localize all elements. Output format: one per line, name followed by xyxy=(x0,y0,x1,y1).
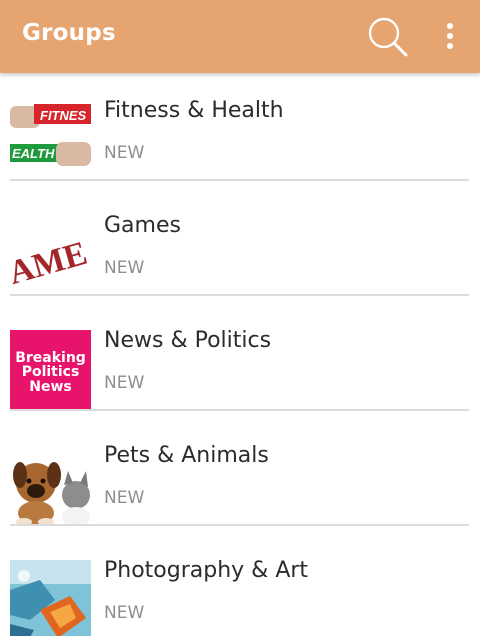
group-title: News & Politics xyxy=(104,328,272,353)
new-badge: NEW xyxy=(104,488,145,508)
divider xyxy=(10,179,469,181)
group-title: Fitness & Health xyxy=(104,98,284,123)
group-thumbnail xyxy=(10,560,91,636)
group-thumbnail: AME xyxy=(10,215,91,296)
new-badge: NEW xyxy=(104,143,145,163)
group-thumbnail: Breaking Politics News xyxy=(10,330,91,411)
svg-text:News: News xyxy=(29,379,71,395)
new-badge: NEW xyxy=(104,258,145,278)
list-item-games[interactable]: AME Games NEW xyxy=(0,188,480,303)
new-badge: NEW xyxy=(104,373,145,393)
group-thumbnail xyxy=(10,445,91,526)
svg-text:Politics: Politics xyxy=(22,364,80,380)
divider xyxy=(10,294,469,296)
group-title: Games xyxy=(104,213,181,238)
groups-list: FITNES EALTH Fitness & Health NEW AME Ga… xyxy=(0,73,480,636)
search-button[interactable] xyxy=(364,14,412,60)
page-title: Groups xyxy=(22,20,116,46)
list-item-photography-art[interactable]: Photography & Art NEW xyxy=(0,533,480,636)
svg-text:EALTH: EALTH xyxy=(12,146,55,161)
more-options-button[interactable] xyxy=(438,18,462,54)
app-bar: Groups xyxy=(0,0,480,73)
search-icon xyxy=(368,17,408,57)
new-badge: NEW xyxy=(104,603,145,623)
list-item-pets-animals[interactable]: Pets & Animals NEW xyxy=(0,418,480,533)
list-item-news-politics[interactable]: Breaking Politics News News & Politics N… xyxy=(0,303,480,418)
group-title: Pets & Animals xyxy=(104,443,269,468)
divider xyxy=(10,409,469,411)
divider xyxy=(10,524,469,526)
group-title: Photography & Art xyxy=(104,558,309,583)
group-thumbnail: FITNES EALTH xyxy=(10,100,91,181)
svg-text:FITNES: FITNES xyxy=(40,108,87,123)
list-item-fitness-health[interactable]: FITNES EALTH Fitness & Health NEW xyxy=(0,73,480,188)
